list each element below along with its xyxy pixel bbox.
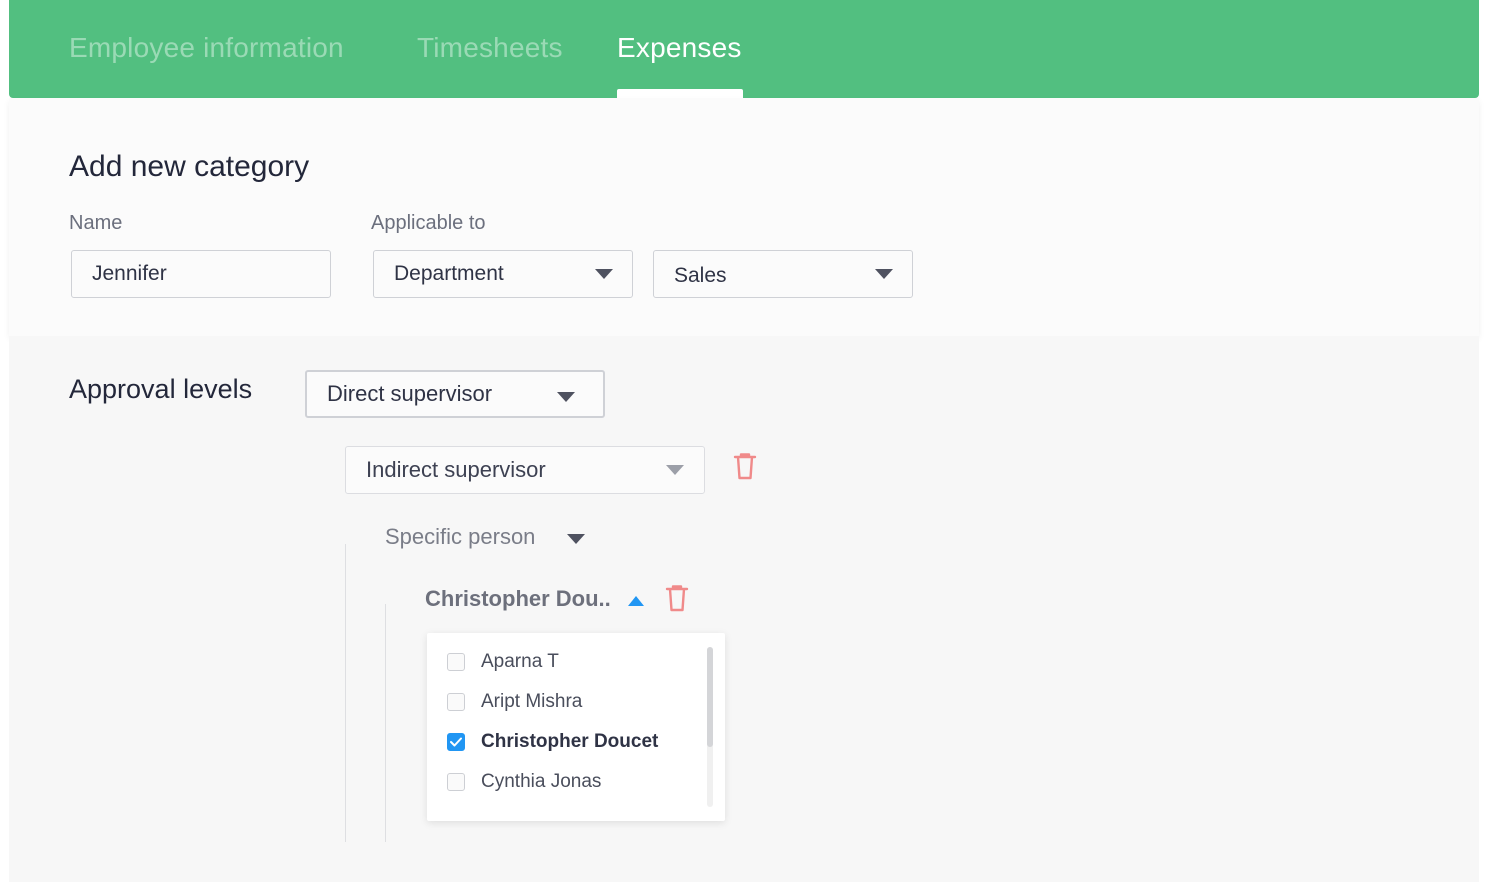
- chevron-down-icon[interactable]: [567, 534, 585, 544]
- chevron-down-icon: [666, 465, 684, 475]
- name-label: Name: [69, 212, 123, 234]
- option-cynthia-jonas[interactable]: Cynthia Jonas: [447, 771, 707, 795]
- hierarchy-line: [345, 544, 346, 842]
- applicable-type-select[interactable]: Department: [373, 250, 633, 298]
- chevron-down-icon: [875, 269, 893, 279]
- chevron-down-icon: [595, 269, 613, 279]
- chevron-down-icon: [557, 392, 575, 402]
- approval-levels-title: Approval levels: [69, 374, 253, 404]
- specific-person-select[interactable]: Specific person: [385, 524, 535, 550]
- tab-expenses[interactable]: Expenses: [617, 32, 742, 64]
- checkbox[interactable]: [447, 693, 465, 711]
- applicable-value-select[interactable]: Sales: [653, 250, 913, 298]
- level-2-value: Indirect supervisor: [366, 457, 546, 482]
- tab-timesheets[interactable]: Timesheets: [417, 32, 563, 64]
- option-label: Cynthia Jonas: [481, 771, 602, 792]
- option-label: Christopher Doucet: [481, 731, 659, 752]
- approval-levels-section: Approval levels Direct supervisor Indire…: [9, 336, 1479, 882]
- selected-person-select[interactable]: Christopher Dou..: [425, 586, 611, 612]
- option-christopher-doucet[interactable]: Christopher Doucet: [447, 731, 707, 755]
- person-options-list[interactable]: Aparna T Aript Mishra Christopher Doucet…: [427, 633, 725, 821]
- option-label: Aparna T: [481, 651, 559, 672]
- indirect-supervisor-select[interactable]: Indirect supervisor: [345, 446, 705, 494]
- hierarchy-line: [385, 604, 386, 842]
- name-field[interactable]: [71, 250, 331, 298]
- option-aparna-t[interactable]: Aparna T: [447, 651, 707, 675]
- direct-supervisor-select[interactable]: Direct supervisor: [305, 370, 605, 418]
- add-category-title: Add new category: [69, 150, 310, 183]
- scrollbar-thumb[interactable]: [707, 647, 713, 747]
- name-input[interactable]: [92, 251, 330, 297]
- active-tab-indicator: [617, 89, 743, 98]
- applicable-value: Sales: [674, 264, 727, 287]
- applicable-to-label: Applicable to: [371, 212, 486, 234]
- checkmark-icon: [450, 737, 462, 747]
- tab-bar: Employee information Timesheets Expenses: [9, 0, 1479, 98]
- tab-employee-information[interactable]: Employee information: [69, 32, 344, 64]
- applicable-type-value: Department: [394, 262, 504, 285]
- checkbox-checked[interactable]: [447, 733, 465, 751]
- option-label: Aript Mishra: [481, 691, 583, 712]
- checkbox[interactable]: [447, 773, 465, 791]
- chevron-up-icon[interactable]: [628, 596, 644, 606]
- level-1-value: Direct supervisor: [327, 381, 493, 406]
- checkbox[interactable]: [447, 653, 465, 671]
- list-scrollbar[interactable]: [707, 647, 713, 807]
- add-category-card: Add new category Name Applicable to Depa…: [9, 98, 1479, 336]
- trash-icon[interactable]: [733, 452, 757, 480]
- trash-icon[interactable]: [665, 584, 689, 612]
- option-aript-mishra[interactable]: Aript Mishra: [447, 691, 707, 715]
